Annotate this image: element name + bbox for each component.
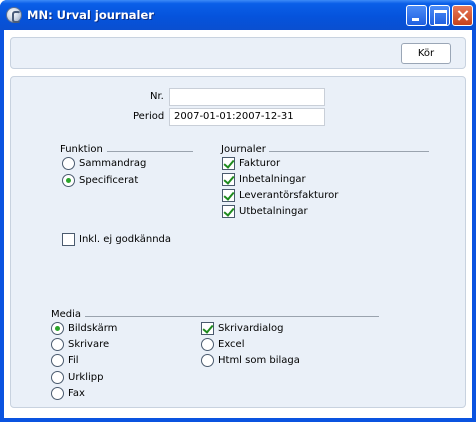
- media-divider: [85, 316, 379, 317]
- excel-radio[interactable]: [201, 338, 214, 351]
- close-button[interactable]: [452, 5, 473, 26]
- inkl-ej-godkannda-checkbox[interactable]: [62, 233, 75, 246]
- app-icon[interactable]: [6, 7, 22, 23]
- minimize-button[interactable]: [406, 5, 427, 26]
- selection-panel: Nr. Period 2007-01-01:2007-12-31 Funktio…: [10, 76, 466, 408]
- bildskarm-label: Bildskärm: [68, 323, 118, 334]
- html-som-bilaga-radio[interactable]: [201, 354, 214, 367]
- nr-field[interactable]: [169, 88, 325, 106]
- window-title: MN: Urval journaler: [27, 8, 154, 22]
- fakturor-label: Fakturor: [239, 158, 281, 169]
- urklipp-label: Urklipp: [68, 372, 104, 383]
- utbetalningar-checkbox[interactable]: [222, 205, 235, 218]
- excel-label: Excel: [218, 339, 245, 350]
- funktion-title: Funktion: [60, 144, 103, 155]
- window-client: Kör Nr. Period 2007-01-01:2007-12-31 Fun…: [4, 30, 472, 418]
- skrivare-radio[interactable]: [51, 338, 64, 351]
- leverantorsfakturor-checkbox[interactable]: [222, 189, 235, 202]
- journaler-title: Journaler: [221, 144, 266, 155]
- period-label: Period: [133, 111, 165, 122]
- skrivardialog-label: Skrivardialog: [218, 323, 284, 334]
- skrivardialog-checkbox[interactable]: [201, 322, 214, 335]
- maximize-button[interactable]: [429, 5, 450, 26]
- specificerat-label: Specificerat: [79, 175, 139, 186]
- leverantorsfakturor-label: Leverantörsfakturor: [239, 190, 339, 201]
- period-field[interactable]: 2007-01-01:2007-12-31: [169, 108, 325, 126]
- utbetalningar-label: Utbetalningar: [239, 206, 308, 217]
- toolbar: Kör: [10, 37, 466, 69]
- inkl-ej-godkannda-label: Inkl. ej godkännda: [79, 234, 172, 245]
- fax-radio[interactable]: [51, 387, 64, 400]
- inbetalningar-checkbox[interactable]: [222, 173, 235, 186]
- run-button[interactable]: Kör: [401, 43, 451, 64]
- inbetalningar-label: Inbetalningar: [239, 174, 306, 185]
- fil-radio[interactable]: [51, 354, 64, 367]
- funktion-divider: [107, 151, 193, 152]
- fakturor-checkbox[interactable]: [222, 157, 235, 170]
- sammandrag-label: Sammandrag: [79, 158, 147, 169]
- fax-label: Fax: [68, 388, 85, 399]
- app-window: MN: Urval journaler Kör Nr. Period 2007-…: [0, 0, 476, 422]
- sammandrag-radio[interactable]: [62, 157, 75, 170]
- skrivare-label: Skrivare: [68, 339, 110, 350]
- specificerat-radio[interactable]: [62, 174, 75, 187]
- fil-label: Fil: [68, 355, 79, 366]
- title-bar[interactable]: MN: Urval journaler: [0, 0, 476, 30]
- html-som-bilaga-label: Html som bilaga: [218, 355, 300, 366]
- bildskarm-radio[interactable]: [51, 322, 64, 335]
- urklipp-radio[interactable]: [51, 371, 64, 384]
- journaler-divider: [269, 151, 429, 152]
- nr-label: Nr.: [150, 91, 164, 102]
- media-title: Media: [51, 309, 82, 320]
